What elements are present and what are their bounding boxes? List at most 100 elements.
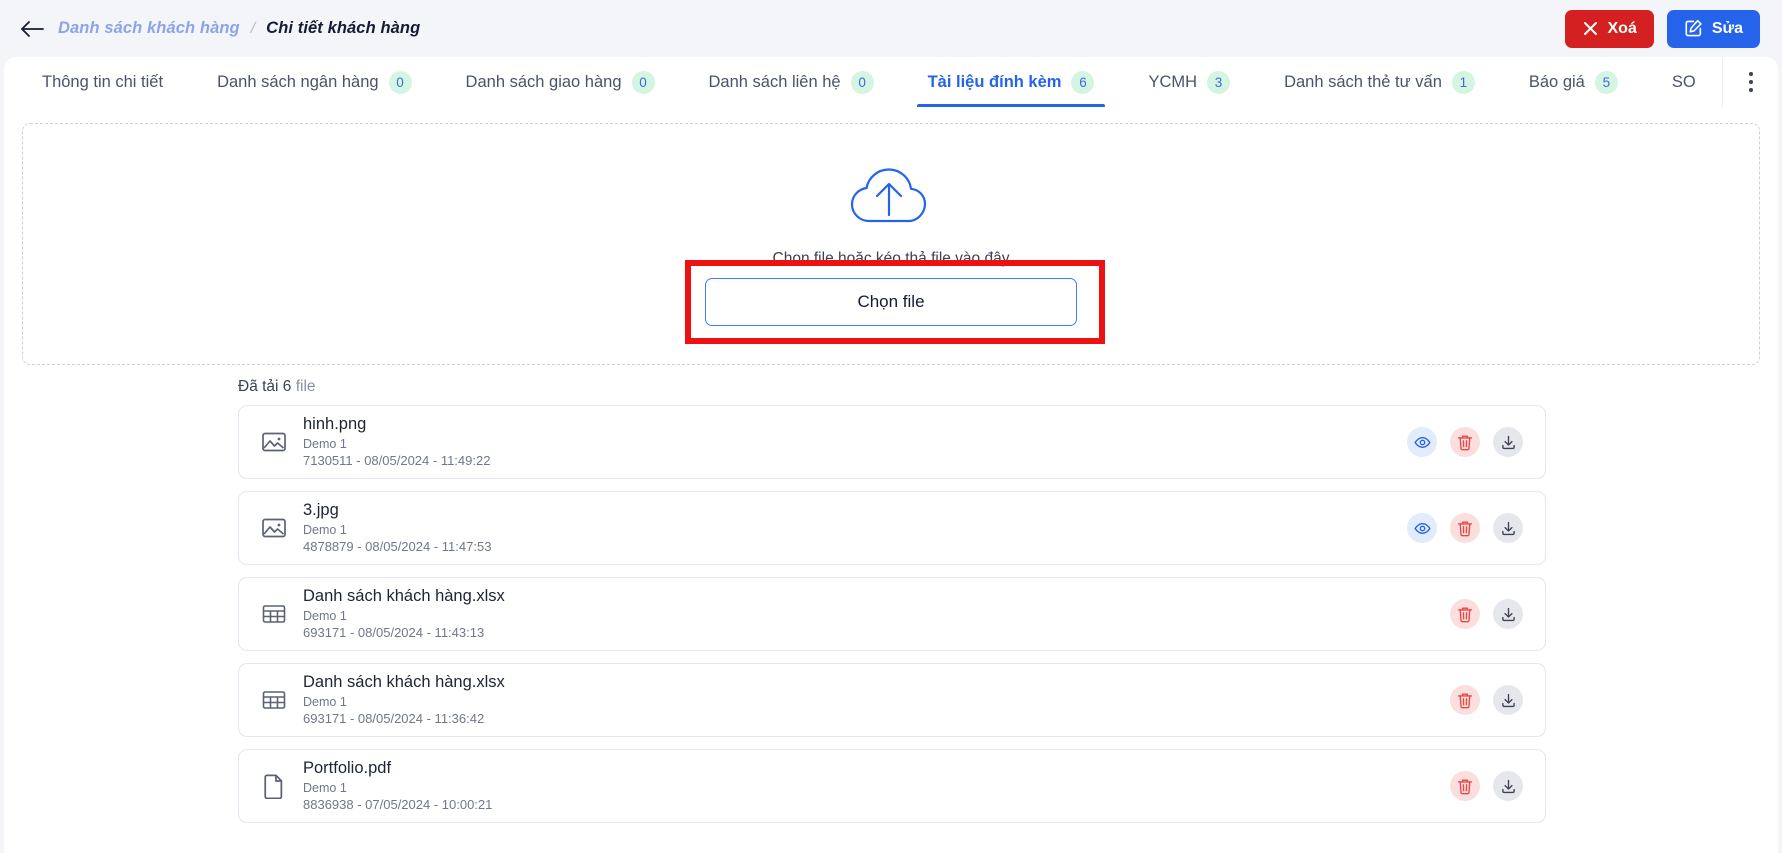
download-icon[interactable] [1493, 599, 1523, 629]
kebab-menu-icon [1748, 70, 1753, 94]
tab-badge: 5 [1594, 70, 1618, 94]
file-name: Danh sách khách hàng.xlsx [303, 673, 505, 692]
file-meta: hinh.png Demo 1 7130511 - 08/05/2024 - 1… [303, 414, 490, 470]
tab-label: Tài liệu đính kèm [927, 72, 1062, 91]
tab-label: Danh sách giao hàng [465, 72, 622, 91]
tab-label: SO [1671, 72, 1696, 91]
image-icon [259, 513, 289, 543]
file-actions [1450, 599, 1523, 629]
breadcrumb-separator: / [250, 19, 256, 37]
view-icon[interactable] [1407, 513, 1437, 543]
file-list-item[interactable]: hinh.png Demo 1 7130511 - 08/05/2024 - 1… [238, 405, 1546, 479]
tab-bar: Thông tin chi tiết Danh sách ngân hàng 0… [4, 57, 1778, 107]
tab-label: Thông tin chi tiết [42, 72, 164, 91]
file-meta: Danh sách khách hàng.xlsx Demo 1 693171 … [303, 672, 505, 728]
edit-pencil-icon [1684, 19, 1703, 38]
tab-badge: 1 [1451, 70, 1475, 94]
tab-tai-lieu-dinh-kem[interactable]: Tài liệu đính kèm 6 [901, 57, 1122, 107]
tab-thong-tin-chi-tiet[interactable]: Thông tin chi tiết [38, 57, 190, 107]
tab-so[interactable]: SO [1645, 57, 1722, 107]
edit-button-label: Sửa [1711, 19, 1743, 37]
file-name: Portfolio.pdf [303, 759, 392, 778]
choose-file-wrapper: Chọn file [685, 260, 1105, 344]
trash-icon[interactable] [1450, 513, 1480, 543]
file-list-item[interactable]: 3.jpg Demo 1 4878879 - 08/05/2024 - 11:4… [238, 491, 1546, 565]
download-icon[interactable] [1493, 685, 1523, 715]
file-dropzone[interactable]: Chọn file hoặc kéo thả file vào đây Chọn… [22, 123, 1760, 365]
file-owner: Demo 1 [303, 522, 347, 537]
close-icon [1582, 20, 1599, 37]
choose-file-button[interactable]: Chọn file [705, 278, 1077, 326]
breadcrumb-parent-link[interactable]: Danh sách khách hàng [58, 19, 240, 38]
file-actions [1450, 685, 1523, 715]
file-detail: 4878879 - 08/05/2024 - 11:47:53 [303, 538, 492, 554]
file-meta: Danh sách khách hàng.xlsx Demo 1 693171 … [303, 586, 505, 642]
download-icon[interactable] [1493, 771, 1523, 801]
attachments-panel: Chọn file hoặc kéo thả file vào đây Chọn… [4, 107, 1778, 853]
uploaded-count-label: Đã tải 6 file [238, 378, 1760, 396]
tab-badge: 0 [631, 70, 655, 94]
file-owner: Demo 1 [303, 694, 347, 709]
tab-ycmh[interactable]: YCMH 3 [1121, 57, 1257, 107]
file-detail: 693171 - 08/05/2024 - 11:43:13 [303, 624, 485, 640]
file-detail: 693171 - 08/05/2024 - 11:36:42 [303, 710, 485, 726]
trash-icon[interactable] [1450, 771, 1480, 801]
tab-danh-sach-lien-he[interactable]: Danh sách liên hệ 0 [682, 57, 901, 107]
top-bar-actions: Xoá Sửa [1564, 9, 1760, 48]
file-list-item[interactable]: Danh sách khách hàng.xlsx Demo 1 693171 … [238, 663, 1546, 737]
tab-label: Danh sách ngân hàng [217, 72, 379, 91]
top-bar: Danh sách khách hàng / Chi tiết khách hà… [0, 0, 1782, 57]
tab-label: Danh sách liên hệ [708, 72, 841, 91]
tab-danh-sach-the-tu-van[interactable]: Danh sách thẻ tư vấn 1 [1257, 57, 1502, 107]
uploaded-count-text: Đã tải 6 [238, 378, 292, 395]
tab-danh-sach-giao-hang[interactable]: Danh sách giao hàng 0 [439, 57, 682, 107]
breadcrumb-current: Chi tiết khách hàng [266, 19, 421, 37]
tab-badge: 0 [388, 70, 412, 94]
file-owner: Demo 1 [303, 780, 347, 795]
tab-list: Thông tin chi tiết Danh sách ngân hàng 0… [4, 57, 1722, 107]
image-icon [259, 427, 289, 457]
uploaded-count-unit: file [295, 378, 316, 395]
file-actions [1407, 427, 1523, 457]
file-owner: Demo 1 [303, 436, 347, 451]
download-icon[interactable] [1493, 427, 1523, 457]
spreadsheet-icon [259, 685, 289, 715]
arrow-left-icon [19, 19, 45, 39]
tab-overflow-menu-button[interactable] [1722, 57, 1778, 107]
file-actions [1450, 771, 1523, 801]
delete-button[interactable]: Xoá [1564, 9, 1654, 48]
tab-badge: 0 [850, 70, 874, 94]
file-meta: Portfolio.pdf Demo 1 8836938 - 07/05/202… [303, 758, 492, 814]
trash-icon[interactable] [1450, 685, 1480, 715]
view-icon[interactable] [1407, 427, 1437, 457]
file-list-item[interactable]: Portfolio.pdf Demo 1 8836938 - 07/05/202… [238, 749, 1546, 823]
file-name: hinh.png [303, 415, 367, 434]
edit-button[interactable]: Sửa [1666, 9, 1760, 48]
file-list-item[interactable]: Danh sách khách hàng.xlsx Demo 1 693171 … [238, 577, 1546, 651]
tab-label: Danh sách thẻ tư vấn [1284, 72, 1442, 91]
tab-badge: 6 [1071, 70, 1095, 94]
cloud-upload-icon [845, 158, 937, 235]
spreadsheet-icon [259, 599, 289, 629]
tab-badge: 3 [1207, 70, 1231, 94]
tab-bao-gia[interactable]: Báo giá 5 [1502, 57, 1645, 107]
back-button[interactable] [14, 11, 50, 47]
tab-label: YCMH [1148, 72, 1198, 91]
file-name: Danh sách khách hàng.xlsx [303, 587, 505, 606]
breadcrumb: Danh sách khách hàng / Chi tiết khách hà… [58, 19, 420, 38]
file-name: 3.jpg [303, 501, 339, 520]
dropzone-hint: Chọn file hoặc kéo thả file vào đây [772, 250, 1010, 267]
trash-icon[interactable] [1450, 427, 1480, 457]
delete-button-label: Xoá [1607, 19, 1637, 37]
trash-icon[interactable] [1450, 599, 1480, 629]
file-list: hinh.png Demo 1 7130511 - 08/05/2024 - 1… [238, 405, 1546, 823]
file-actions [1407, 513, 1523, 543]
tab-label: Báo giá [1528, 72, 1585, 91]
file-meta: 3.jpg Demo 1 4878879 - 08/05/2024 - 11:4… [303, 500, 491, 556]
tab-danh-sach-ngan-hang[interactable]: Danh sách ngân hàng 0 [190, 57, 438, 107]
document-icon [259, 771, 289, 801]
file-owner: Demo 1 [303, 608, 347, 623]
download-icon[interactable] [1493, 513, 1523, 543]
file-detail: 7130511 - 08/05/2024 - 11:49:22 [303, 452, 491, 468]
file-detail: 8836938 - 07/05/2024 - 10:00:21 [303, 796, 493, 812]
